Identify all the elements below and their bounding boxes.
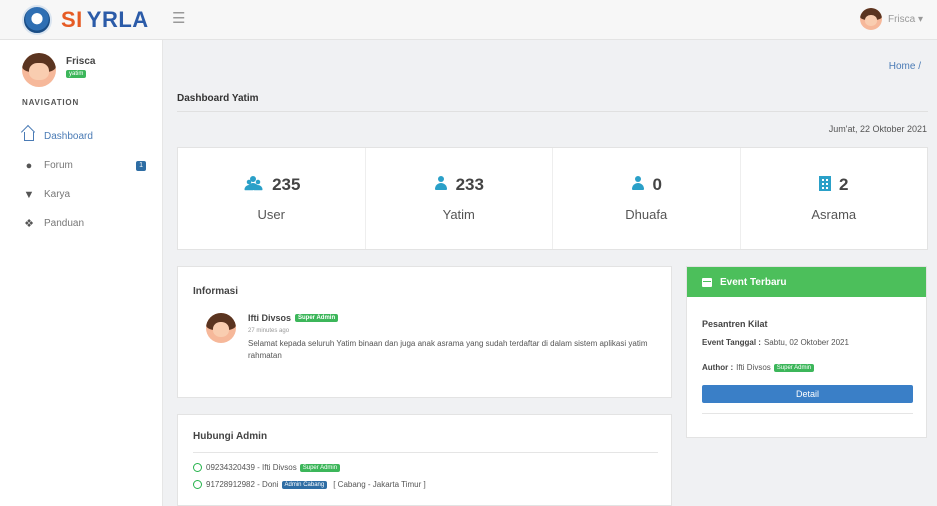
post-time: 27 minutes ago (248, 328, 290, 334)
info-title: Informasi (193, 286, 239, 297)
current-date: Jum'at, 22 Oktober 2021 (828, 124, 927, 134)
event-header-label: Event Terbaru (720, 276, 787, 288)
profile-name: Frisca (66, 56, 96, 67)
event-author-value: Ifti Divsos (736, 363, 771, 372)
role-badge: Super Admin (299, 463, 341, 472)
avatar (859, 8, 882, 30)
user-icon (631, 176, 645, 194)
stat-label: Dhuafa (625, 207, 668, 222)
whatsapp-icon (193, 463, 202, 472)
sidebar-item-label: Forum (44, 160, 73, 171)
nav-heading: NAVIGATION (22, 98, 80, 107)
stat-yatim: 233 Yatim (366, 148, 553, 249)
branch-text: [ Cabang - Jakarta Timur ] (333, 480, 426, 489)
user-menu[interactable]: Frisca ▾ (859, 8, 923, 30)
title-divider (177, 111, 928, 112)
stat-label: Yatim (442, 207, 475, 222)
stat-label: User (257, 207, 285, 222)
post-message: Selamat kepada seluruh Yatim binaan dan … (248, 339, 648, 360)
divider (702, 413, 913, 414)
top-bar: SI YRLA ☰ Frisca ▾ (0, 0, 937, 40)
stat-label: Asrama (811, 207, 857, 222)
stat-value: 0 (652, 175, 662, 194)
sidebar-item-panduan[interactable]: ❖ Panduan (22, 209, 146, 238)
info-post: Ifti Divsos Super Admin 27 minutes ago S… (206, 313, 658, 362)
trophy-icon: ▼ (23, 188, 35, 201)
info-card: Informasi Ifti Divsos Super Admin 27 min… (177, 266, 672, 398)
sidebar-item-dashboard[interactable]: Dashboard (22, 122, 146, 151)
sidebar-nav: Dashboard ● Forum 1 ▼ Karya ❖ Panduan (22, 122, 146, 238)
role-badge: Super Admin (773, 363, 815, 372)
stat-dhuafa: 0 Dhuafa (553, 148, 741, 249)
forum-count-badge: 1 (136, 160, 146, 171)
contact-item[interactable]: 91728912982 - Doni Admin Cabang [ Cabang… (193, 480, 426, 489)
stat-value: 235 (272, 175, 301, 194)
sidebar-item-forum[interactable]: ● Forum 1 (22, 151, 146, 180)
sidebar-item-label: Karya (44, 189, 71, 200)
page-title: Dashboard Yatim (177, 93, 259, 104)
event-date-value: Sabtu, 02 Oktober 2021 (763, 338, 849, 347)
role-badge: Admin Cabang (281, 480, 328, 489)
contact-admin-title: Hubungi Admin (193, 431, 268, 442)
contact-admin-card: Hubungi Admin 09234320439 - Ifti Divsos … (177, 414, 672, 506)
avatar (22, 53, 56, 87)
info-icon: ❖ (24, 218, 34, 230)
user-menu-label: Frisca ▾ (887, 13, 923, 25)
event-header: Event Terbaru (687, 267, 926, 297)
role-badge: yatim (66, 70, 87, 78)
stats-panel: 235 User 233 Yatim 0 Dhuafa 2 Asrama (177, 147, 928, 250)
divider (193, 452, 658, 453)
event-author: Author : Ifti Divsos Super Admin (702, 363, 815, 372)
whatsapp-icon (193, 480, 202, 489)
sidebar-item-label: Panduan (44, 218, 85, 229)
user-icon (434, 176, 448, 194)
sidebar-item-karya[interactable]: ▼ Karya (22, 180, 146, 209)
logo-icon (22, 5, 52, 35)
contact-text: 91728912982 - Doni (206, 480, 279, 489)
event-date-label: Event Tanggal : (702, 338, 761, 347)
brand[interactable]: SI YRLA (0, 0, 163, 40)
stat-value: 2 (839, 175, 849, 194)
stat-user: 235 User (178, 148, 366, 249)
event-name: Pesantren Kilat (702, 319, 768, 329)
event-card: Event Terbaru Pesantren Kilat Event Tang… (686, 266, 927, 438)
role-badge: Super Admin (295, 314, 339, 322)
contact-text: 09234320439 - Ifti Divsos (206, 463, 297, 472)
home-icon (22, 129, 36, 144)
post-author: Ifti Divsos (248, 313, 292, 323)
users-icon (242, 176, 264, 194)
sidebar-item-label: Dashboard (44, 131, 93, 142)
contact-item[interactable]: 09234320439 - Ifti Divsos Super Admin (193, 463, 341, 472)
sidebar: Frisca yatim NAVIGATION Dashboard ● Foru… (0, 40, 163, 506)
event-date: Event Tanggal : Sabtu, 02 Oktober 2021 (702, 338, 849, 347)
stat-value: 233 (455, 175, 484, 194)
avatar (206, 313, 236, 343)
calendar-icon (702, 277, 712, 287)
stat-asrama: 2 Asrama (741, 148, 928, 249)
event-author-label: Author : (702, 363, 734, 372)
breadcrumb[interactable]: Home / (889, 61, 921, 72)
detail-button[interactable]: Detail (702, 385, 913, 403)
building-icon (819, 175, 832, 195)
brand-title: SI YRLA (61, 7, 149, 32)
comments-icon: ● (25, 159, 33, 172)
menu-toggle-icon[interactable]: ☰ (172, 11, 186, 27)
sidebar-profile: Frisca yatim (22, 53, 95, 87)
